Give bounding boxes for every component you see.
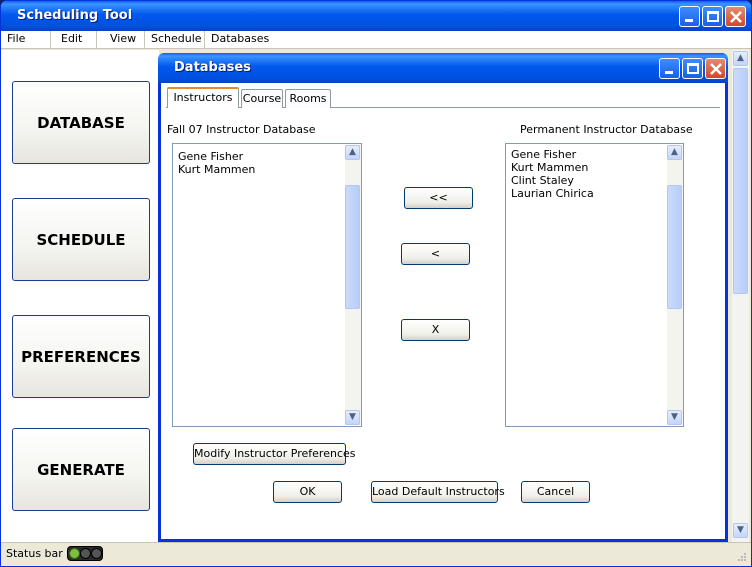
load-default-instructors-button[interactable]: Load Default Instructors (371, 481, 505, 503)
generate-button[interactable]: GENERATE (12, 428, 150, 511)
right-list-scroll-thumb[interactable] (667, 185, 682, 309)
status-text: Status bar (6, 547, 63, 560)
maximize-icon (707, 11, 719, 22)
scroll-down-icon[interactable]: ▼ (345, 410, 360, 425)
list-item[interactable]: Clint Staley (511, 174, 574, 187)
maximize-icon (687, 63, 699, 74)
modify-instructor-preferences-button[interactable]: Modify Instructor Preferences (193, 443, 356, 465)
tab-rooms[interactable]: Rooms (285, 89, 331, 108)
close-icon (730, 11, 742, 23)
list-item[interactable]: Laurian Chirica (511, 187, 594, 200)
dialog-close-button[interactable] (705, 58, 726, 79)
menu-bar: File Edit View Schedule Databases (1, 31, 751, 49)
tab-course[interactable]: Course (241, 89, 283, 108)
list-item[interactable]: Gene Fisher (511, 148, 576, 161)
red-light-icon (91, 548, 102, 559)
dialog-maximize-button[interactable] (682, 58, 703, 79)
scroll-up-icon[interactable]: ▲ (345, 145, 360, 160)
minimize-icon (685, 19, 693, 22)
remove-button[interactable]: X (401, 319, 470, 341)
preferences-button[interactable]: PREFERENCES (12, 315, 150, 398)
dialog-body: Instructors Course Rooms Fall 07 Instruc… (161, 83, 725, 539)
main-scroll-thumb[interactable] (733, 68, 748, 294)
databases-dialog: Databases Instructors Course Rooms Fall … (158, 53, 728, 542)
move-all-button[interactable]: << (404, 187, 473, 209)
cancel-button[interactable]: Cancel (521, 481, 590, 503)
permanent-instructor-list[interactable]: Gene Fisher Kurt Mammen Clint Staley Lau… (505, 143, 684, 427)
maximize-button[interactable] (702, 6, 723, 27)
window-title-bar[interactable]: Scheduling Tool (1, 1, 751, 31)
scroll-down-icon[interactable]: ▼ (667, 410, 682, 425)
main-scrollbar[interactable]: ▲ ▼ (732, 50, 749, 542)
minimize-icon (665, 71, 673, 74)
list-item[interactable]: Gene Fisher (178, 150, 243, 163)
database-button[interactable]: DATABASE (12, 81, 150, 164)
left-list-scroll-thumb[interactable] (345, 185, 360, 309)
left-list-scrollbar[interactable]: ▲ ▼ (345, 145, 361, 425)
scroll-down-icon[interactable]: ▼ (733, 523, 748, 538)
dialog-title-bar[interactable]: Databases (158, 53, 728, 83)
left-panel: DATABASE SCHEDULE PREFERENCES GENERATE (1, 50, 159, 542)
status-bar: Status bar (1, 542, 751, 566)
menu-view[interactable]: View (97, 31, 145, 49)
list-item[interactable]: Kurt Mammen (511, 161, 588, 174)
green-light-icon (69, 548, 80, 559)
left-list-label: Fall 07 Instructor Database (167, 123, 316, 136)
ok-button[interactable]: OK (273, 481, 342, 503)
yellow-light-icon (80, 548, 91, 559)
scheduling-tool-window: Scheduling Tool File Edit View Schedule … (0, 0, 752, 567)
status-light-indicator (67, 546, 103, 561)
minimize-button[interactable] (679, 6, 700, 27)
dialog-minimize-button[interactable] (659, 58, 680, 79)
menu-file[interactable]: File (1, 31, 51, 49)
scroll-up-icon[interactable]: ▲ (733, 51, 748, 66)
close-icon (710, 63, 722, 75)
right-list-scrollbar[interactable]: ▲ ▼ (667, 145, 683, 425)
right-list-label: Permanent Instructor Database (520, 123, 693, 136)
menu-databases[interactable]: Databases (205, 31, 269, 49)
move-one-button[interactable]: < (401, 243, 470, 265)
schedule-button[interactable]: SCHEDULE (12, 198, 150, 281)
fall-instructor-list[interactable]: Gene Fisher Kurt Mammen ▲ ▼ (172, 143, 362, 427)
resize-grip-icon[interactable] (737, 552, 747, 562)
menu-edit[interactable]: Edit (51, 31, 97, 49)
list-item[interactable]: Kurt Mammen (178, 163, 255, 176)
menu-schedule[interactable]: Schedule (145, 31, 205, 49)
close-button[interactable] (725, 6, 746, 27)
window-title: Scheduling Tool (17, 8, 133, 23)
tab-instructors[interactable]: Instructors (167, 87, 239, 108)
dialog-title: Databases (174, 60, 251, 75)
scroll-up-icon[interactable]: ▲ (667, 145, 682, 160)
